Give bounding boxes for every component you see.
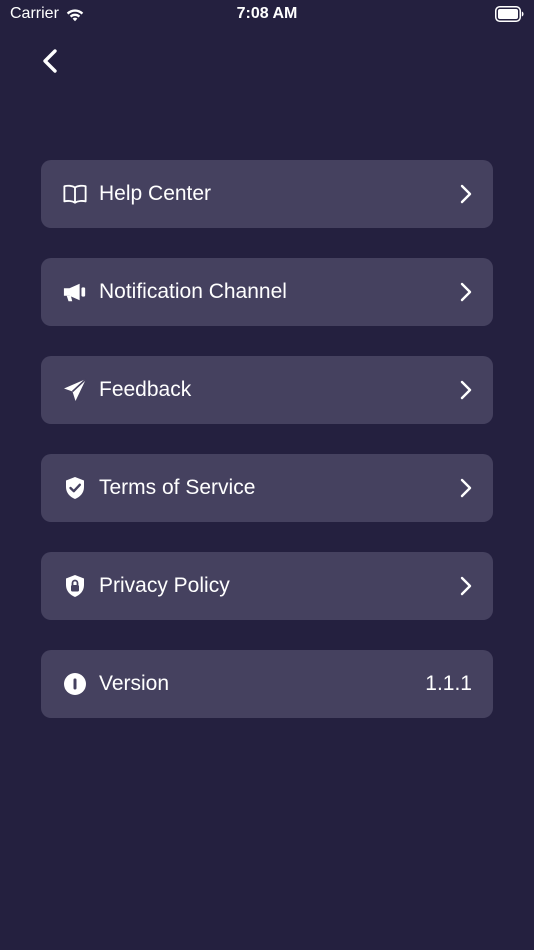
megaphone-icon [63, 280, 87, 304]
menu-item-help-center[interactable]: Help Center [41, 160, 493, 228]
chevron-left-icon [43, 49, 57, 73]
info-icon [63, 672, 87, 696]
version-value: 1.1.1 [425, 672, 472, 695]
chevron-right-icon [460, 184, 472, 204]
chevron-right-icon [460, 282, 472, 302]
menu-item-privacy-policy[interactable]: Privacy Policy [41, 552, 493, 620]
paper-plane-icon [63, 378, 87, 402]
menu-item-terms-of-service[interactable]: Terms of Service [41, 454, 493, 522]
status-time: 7:08 AM [236, 5, 298, 22]
chevron-right-icon [460, 576, 472, 596]
book-icon [63, 182, 87, 206]
chevron-right-icon [460, 380, 472, 400]
menu-item-notification-channel[interactable]: Notification Channel [41, 258, 493, 326]
battery-icon [495, 6, 524, 22]
chevron-right-icon [460, 478, 472, 498]
menu-item-label: Notification Channel [99, 280, 287, 303]
menu-item-label: Help Center [99, 182, 212, 205]
menu-item-feedback[interactable]: Feedback [41, 356, 493, 424]
shield-check-icon [63, 476, 87, 500]
menu-item-label: Privacy Policy [99, 574, 230, 597]
shield-lock-icon [63, 574, 87, 598]
version-row: Version 1.1.1 [41, 650, 493, 718]
menu-item-label: Terms of Service [99, 476, 256, 499]
settings-list: Help Center Notification Channel Feedbac… [41, 160, 493, 748]
back-button[interactable] [36, 46, 66, 76]
version-label: Version [99, 672, 170, 695]
menu-item-label: Feedback [99, 378, 192, 401]
status-bar: Carrier 7:08 AM [0, 0, 534, 30]
